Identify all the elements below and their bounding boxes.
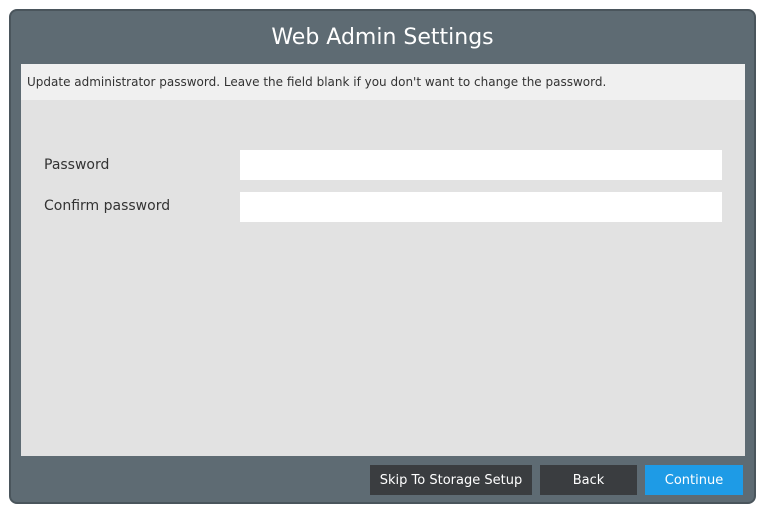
password-field[interactable] [240, 150, 722, 180]
confirm-password-label: Confirm password [44, 198, 171, 214]
continue-button[interactable]: Continue [645, 465, 743, 495]
confirm-password-field[interactable] [240, 192, 722, 222]
password-label: Password [44, 157, 110, 173]
web-admin-settings-dialog: Web Admin Settings Update administrator … [9, 9, 756, 504]
back-button[interactable]: Back [540, 465, 637, 495]
dialog-content: Update administrator password. Leave the… [21, 64, 745, 456]
skip-to-storage-setup-button[interactable]: Skip To Storage Setup [370, 465, 532, 495]
description-text: Update administrator password. Leave the… [21, 64, 745, 100]
dialog-title: Web Admin Settings [271, 24, 494, 50]
